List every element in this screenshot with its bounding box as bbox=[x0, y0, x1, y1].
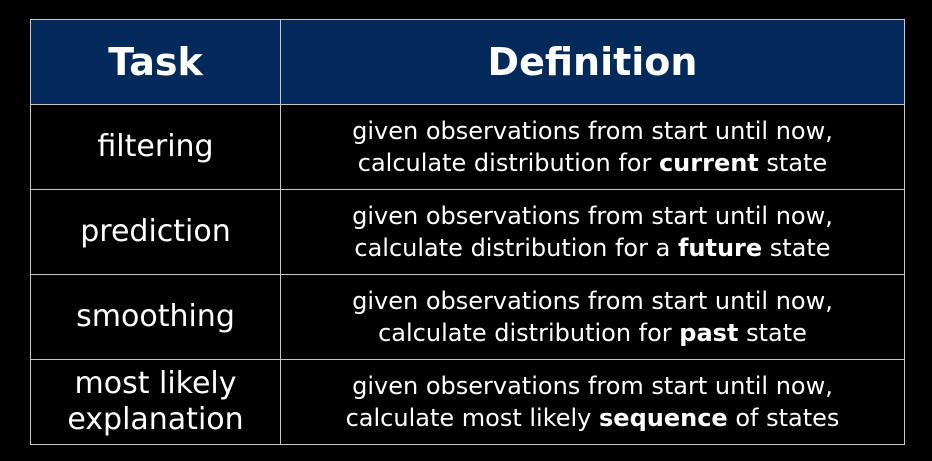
task-definition-table: Task Definition filtering given observat… bbox=[30, 19, 905, 445]
task-line-2: explanation bbox=[67, 402, 244, 437]
table-row: smoothing given observations from start … bbox=[30, 274, 905, 360]
definition-line-1: given observations from start until now, bbox=[352, 372, 833, 400]
definition-text: state bbox=[758, 149, 828, 177]
table-row: filtering given observations from start … bbox=[30, 104, 905, 190]
definition-line-1: given observations from start until now, bbox=[352, 202, 833, 230]
task-line-1: most likely bbox=[74, 366, 237, 401]
definition-text: calculate distribution for bbox=[357, 149, 659, 177]
definition-emphasis: sequence bbox=[599, 404, 728, 432]
task-cell-most-likely-explanation: most likely explanation bbox=[30, 359, 281, 445]
definition-line-2: calculate distribution for past state bbox=[281, 317, 904, 349]
table-header-row: Task Definition bbox=[30, 19, 905, 105]
task-cell-smoothing: smoothing bbox=[30, 274, 281, 360]
definition-line-1: given observations from start until now, bbox=[352, 117, 833, 145]
definition-line-2: calculate most likely sequence of states bbox=[281, 402, 904, 434]
task-cell-prediction: prediction bbox=[30, 189, 281, 275]
definition-cell-filtering: given observations from start until now,… bbox=[280, 104, 905, 190]
definition-text: state bbox=[738, 319, 807, 347]
definition-cell-prediction: given observations from start until now,… bbox=[280, 189, 905, 275]
definition-text: of states bbox=[727, 404, 840, 432]
definition-text: calculate most likely bbox=[345, 404, 599, 432]
definition-text: calculate distribution for bbox=[378, 319, 680, 347]
table-row: prediction given observations from start… bbox=[30, 189, 905, 275]
header-definition: Definition bbox=[280, 19, 905, 105]
definition-line-1: given observations from start until now, bbox=[352, 287, 833, 315]
table-row: most likely explanation given observatio… bbox=[30, 359, 905, 445]
definition-text: state bbox=[762, 234, 831, 262]
task-cell-filtering: filtering bbox=[30, 104, 281, 190]
definition-emphasis: past bbox=[679, 319, 739, 347]
definition-cell-smoothing: given observations from start until now,… bbox=[280, 274, 905, 360]
definition-cell-most-likely-explanation: given observations from start until now,… bbox=[280, 359, 905, 445]
definition-text: calculate distribution for a bbox=[354, 234, 678, 262]
header-task: Task bbox=[30, 19, 281, 105]
definition-emphasis: future bbox=[677, 234, 763, 262]
definition-line-2: calculate distribution for a future stat… bbox=[281, 232, 904, 264]
definition-emphasis: current bbox=[658, 149, 759, 177]
definition-line-2: calculate distribution for current state bbox=[281, 147, 904, 179]
